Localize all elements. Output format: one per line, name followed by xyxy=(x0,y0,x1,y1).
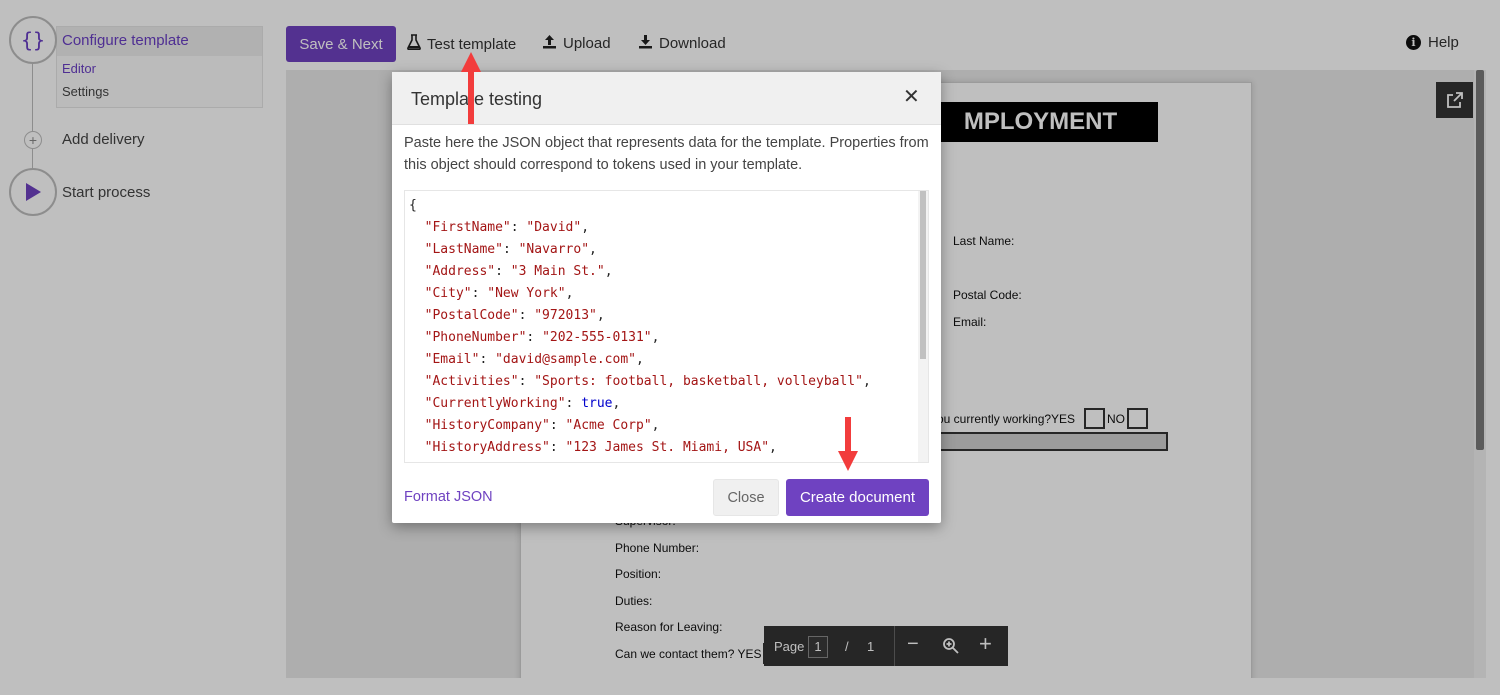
arrow-down-icon xyxy=(838,417,858,471)
close-button[interactable]: Close xyxy=(713,479,779,516)
json-line: { xyxy=(409,198,417,213)
dialog-description: Paste here the JSON object that represen… xyxy=(404,135,929,173)
editor-scroll-thumb[interactable] xyxy=(920,191,926,359)
json-line: "PhoneNumber": "202-555-0131", xyxy=(424,330,660,345)
json-line: "PostalCode": "972013", xyxy=(424,308,605,323)
json-line: "CurrentlyWorking": true, xyxy=(424,396,621,411)
json-line: "City": "New York", xyxy=(424,286,574,301)
json-line: "LastName": "Navarro", xyxy=(424,242,597,257)
json-line: "FirstName": "David", xyxy=(424,220,590,235)
json-line: "HistoryCompany": "Acme Corp", xyxy=(424,418,660,433)
json-line: "Email": "david@sample.com", xyxy=(424,352,644,367)
close-icon[interactable]: ✕ xyxy=(903,87,920,107)
editor-scrollbar[interactable] xyxy=(918,191,928,462)
format-json-link[interactable]: Format JSON xyxy=(404,489,493,505)
json-editor-content[interactable]: { "FirstName": "David", "LastName": "Nav… xyxy=(409,195,871,459)
arrow-up-icon xyxy=(461,52,481,124)
json-line: "Address": "3 Main St.", xyxy=(424,264,613,279)
create-document-button[interactable]: Create document xyxy=(786,479,929,516)
json-line: "Activities": "Sports: football, basketb… xyxy=(424,374,871,389)
json-line: "HistoryAddress": "123 James St. Miami, … xyxy=(424,440,777,455)
